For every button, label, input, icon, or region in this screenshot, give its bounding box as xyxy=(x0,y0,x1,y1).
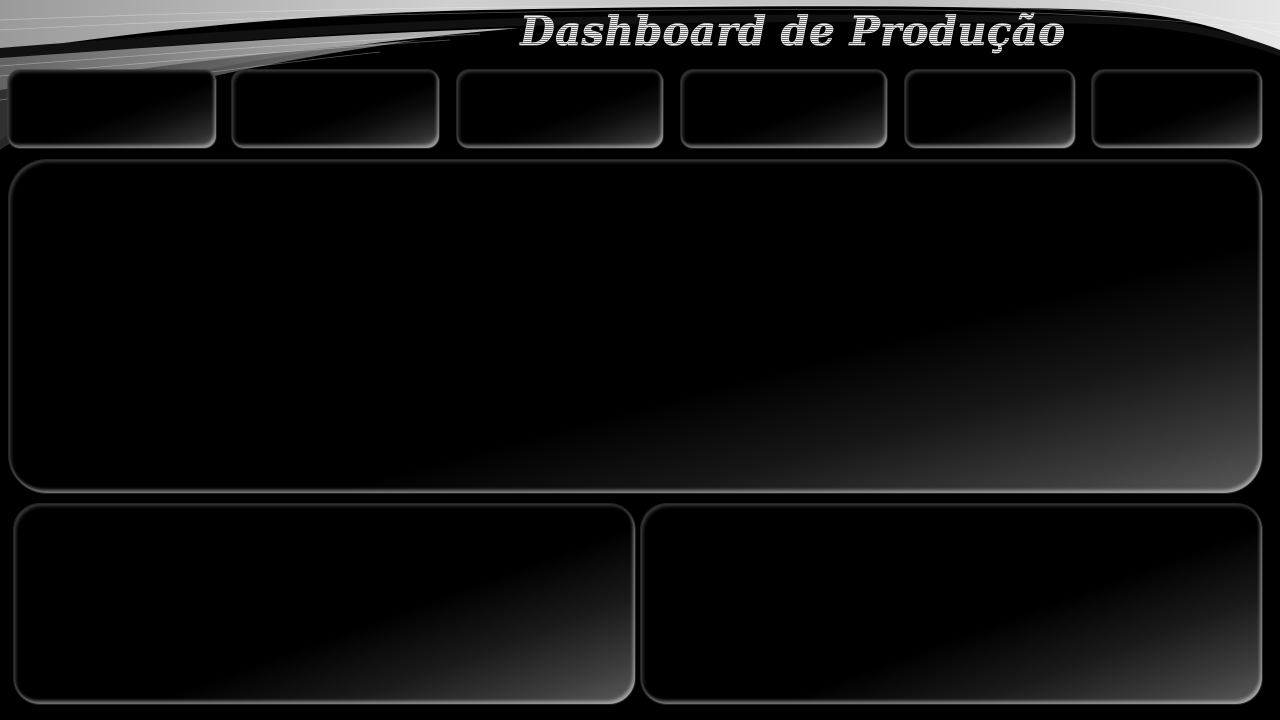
dashboard-canvas: Dashboard de Produção xyxy=(0,0,1280,720)
main-chart-panel[interactable] xyxy=(9,160,1262,493)
kpi-card-1[interactable] xyxy=(8,70,216,148)
bottom-right-panel[interactable] xyxy=(641,504,1262,704)
kpi-card-2[interactable] xyxy=(232,70,439,148)
kpi-card-5[interactable] xyxy=(905,70,1075,148)
page-title: Dashboard de Produção xyxy=(520,8,1066,56)
bottom-left-panel[interactable] xyxy=(14,504,635,704)
kpi-card-6[interactable] xyxy=(1092,70,1262,148)
kpi-card-3[interactable] xyxy=(457,70,663,148)
kpi-card-4[interactable] xyxy=(681,70,887,148)
